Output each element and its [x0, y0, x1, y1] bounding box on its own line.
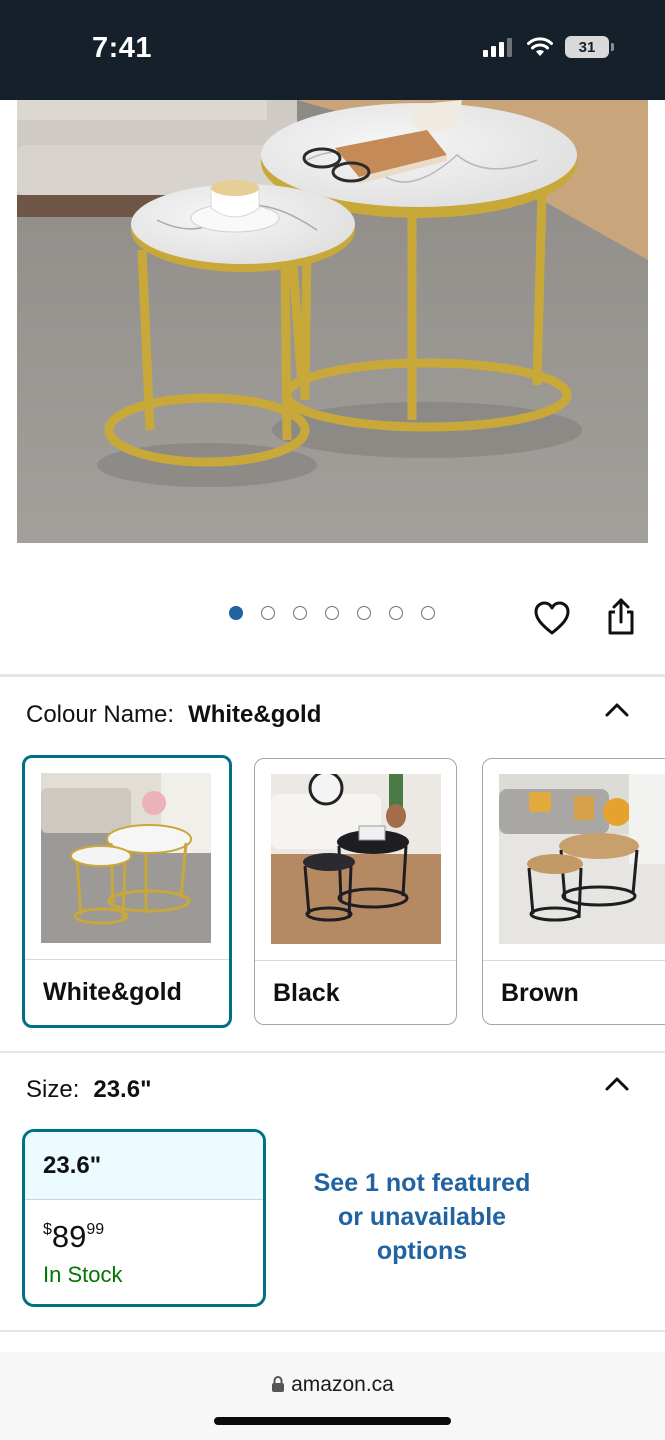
- status-time: 7:41: [92, 32, 153, 64]
- swatch-image: [271, 774, 441, 944]
- battery-icon: 31: [565, 36, 614, 58]
- price-symbol: $: [43, 1221, 52, 1238]
- url-display[interactable]: amazon.ca: [0, 1373, 665, 1397]
- status-icons: 31: [483, 36, 614, 58]
- see-more-options-link[interactable]: See 1 not featured or unavailable option…: [302, 1166, 542, 1268]
- colour-swatch-brown[interactable]: Brown: [482, 758, 665, 1025]
- signal-icon: [483, 38, 512, 57]
- swatch-label: Brown: [501, 979, 579, 1007]
- carousel-dot[interactable]: [293, 606, 307, 620]
- colour-swatch-black[interactable]: Black: [254, 758, 457, 1025]
- size-label: Size: 23.6": [26, 1076, 151, 1104]
- size-value: 23.6": [93, 1076, 152, 1103]
- price-cents: 99: [86, 1221, 105, 1238]
- browser-url-bar[interactable]: amazon.ca: [0, 1352, 665, 1440]
- battery-level: 31: [578, 38, 596, 56]
- share-icon: [608, 598, 634, 635]
- carousel-dot[interactable]: [389, 606, 403, 620]
- swatch-image: [41, 773, 211, 943]
- carousel-dot[interactable]: [325, 606, 339, 620]
- colour-value: White&gold: [188, 701, 322, 728]
- colour-label: Colour Name: White&gold: [26, 701, 321, 729]
- carousel-dot[interactable]: [261, 606, 275, 620]
- colour-swatch-white-gold[interactable]: White&gold: [22, 755, 232, 1028]
- swatch-label: White&gold: [43, 978, 182, 1006]
- wifi-icon: [527, 37, 553, 56]
- product-photo: [17, 100, 648, 543]
- product-image[interactable]: [17, 100, 648, 543]
- availability: In Stock: [43, 1262, 123, 1287]
- swatch-divider: [25, 959, 229, 960]
- home-indicator: [214, 1417, 451, 1425]
- carousel-dots: [229, 606, 435, 620]
- heart-icon: [534, 601, 570, 635]
- url-text: amazon.ca: [291, 1373, 394, 1396]
- carousel-dot[interactable]: [421, 606, 435, 620]
- swatch-image: [499, 774, 665, 944]
- swatch-label: Black: [273, 979, 340, 1007]
- size-option-card[interactable]: 23.6" $8999 In Stock: [22, 1129, 266, 1307]
- section-divider: [0, 674, 665, 677]
- swatch-divider: [483, 960, 665, 961]
- section-divider: [0, 1330, 665, 1332]
- share-button[interactable]: [605, 596, 637, 636]
- price: $8999: [43, 1219, 104, 1255]
- size-option-label: 23.6": [25, 1132, 263, 1200]
- carousel-dot[interactable]: [357, 606, 371, 620]
- size-label-text: Size:: [26, 1076, 80, 1103]
- price-whole: 89: [51, 1219, 87, 1254]
- lock-icon: [272, 1376, 285, 1392]
- status-bar: 7:41 31: [0, 0, 665, 100]
- carousel-dot[interactable]: [229, 606, 243, 620]
- swatch-divider: [255, 960, 456, 961]
- chevron-up-icon[interactable]: [603, 1073, 631, 1093]
- colour-label-text: Colour Name:: [26, 701, 175, 728]
- section-divider: [0, 1051, 665, 1053]
- chevron-up-icon[interactable]: [603, 699, 631, 719]
- wishlist-button[interactable]: [533, 600, 571, 636]
